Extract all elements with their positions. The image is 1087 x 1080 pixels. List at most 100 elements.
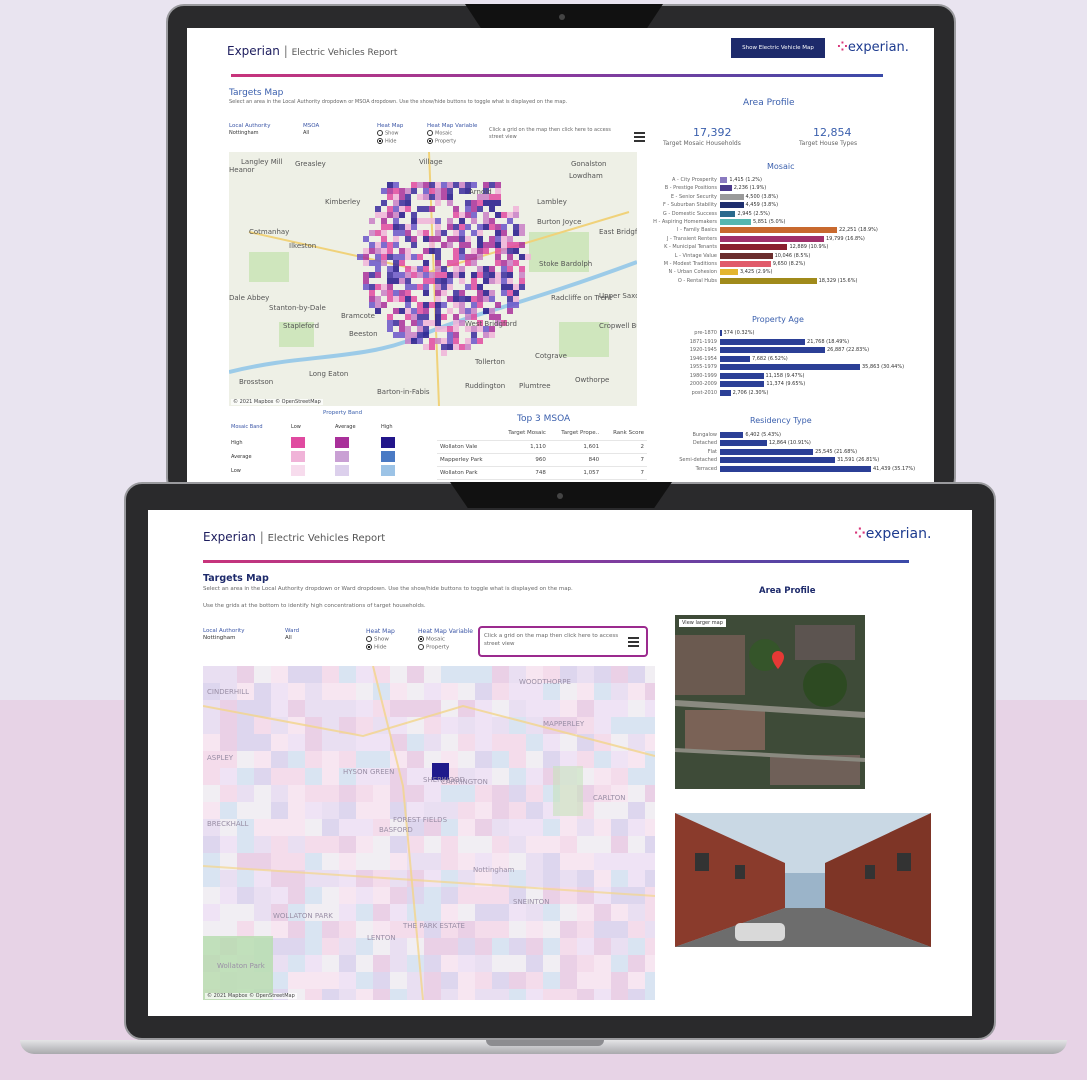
heat-cell[interactable] — [645, 870, 655, 887]
heat-cell[interactable] — [393, 188, 399, 194]
heat-cell[interactable] — [381, 236, 387, 242]
heat-cell[interactable] — [441, 853, 458, 870]
heat-cell[interactable] — [288, 887, 305, 904]
heat-cell[interactable] — [453, 302, 459, 308]
heat-cell[interactable] — [339, 785, 356, 802]
heat-cell[interactable] — [405, 278, 411, 284]
heat-cell[interactable] — [305, 955, 322, 972]
heat-cell[interactable] — [356, 717, 373, 734]
heat-cell[interactable] — [447, 332, 453, 338]
heat-cell[interactable] — [645, 734, 655, 751]
heat-cell[interactable] — [399, 272, 405, 278]
heat-cell[interactable] — [393, 278, 399, 284]
heat-cell[interactable] — [501, 212, 507, 218]
heat-cell[interactable] — [411, 182, 417, 188]
heat-cell[interactable] — [339, 700, 356, 717]
heat-cell[interactable] — [399, 188, 405, 194]
heat-cell[interactable] — [526, 768, 543, 785]
heat-cell[interactable] — [305, 700, 322, 717]
band-swatch[interactable] — [335, 451, 349, 462]
heat-cell[interactable] — [492, 734, 509, 751]
heat-cell[interactable] — [492, 921, 509, 938]
menu-icon[interactable] — [628, 637, 639, 649]
heat-cell[interactable] — [594, 683, 611, 700]
heat-cell[interactable] — [507, 242, 513, 248]
heat-cell[interactable] — [526, 870, 543, 887]
bar[interactable] — [720, 193, 744, 200]
heat-cell[interactable] — [375, 284, 381, 290]
heat-cell[interactable] — [435, 224, 441, 230]
band-swatch[interactable] — [291, 437, 305, 448]
heat-cell[interactable] — [594, 717, 611, 734]
bar[interactable] — [720, 277, 817, 284]
heat-cell[interactable] — [339, 819, 356, 836]
heat-cell[interactable] — [369, 218, 375, 224]
heat-cell[interactable] — [475, 904, 492, 921]
heat-cell[interactable] — [288, 802, 305, 819]
heat-cell[interactable] — [453, 266, 459, 272]
heat-cell[interactable] — [254, 887, 271, 904]
heat-cell[interactable] — [424, 955, 441, 972]
heat-cell[interactable] — [477, 206, 483, 212]
heat-cell[interactable] — [393, 236, 399, 242]
heat-cell[interactable] — [387, 272, 393, 278]
heat-cell[interactable] — [441, 350, 447, 356]
heat-cell[interactable] — [477, 236, 483, 242]
heat-cell[interactable] — [475, 734, 492, 751]
heat-cell[interactable] — [387, 206, 393, 212]
heat-cell[interactable] — [393, 194, 399, 200]
heat-cell[interactable] — [645, 836, 655, 853]
aerial-map-view[interactable]: View larger map — [675, 615, 865, 789]
heat-cell[interactable] — [271, 768, 288, 785]
heat-cell[interactable] — [453, 344, 459, 350]
heat-cell[interactable] — [390, 700, 407, 717]
heat-cell[interactable] — [477, 242, 483, 248]
heat-cell[interactable] — [513, 302, 519, 308]
heat-cell[interactable] — [611, 683, 628, 700]
heat-cell[interactable] — [424, 938, 441, 955]
street-view-image[interactable] — [675, 813, 931, 947]
heat-cell[interactable] — [495, 182, 501, 188]
heat-cell[interactable] — [543, 751, 560, 768]
heat-cell[interactable] — [477, 248, 483, 254]
heat-cell[interactable] — [254, 700, 271, 717]
heat-cell[interactable] — [560, 989, 577, 1000]
heat-cell[interactable] — [501, 278, 507, 284]
heat-cell[interactable] — [417, 272, 423, 278]
heat-cell[interactable] — [453, 224, 459, 230]
heat-cell[interactable] — [447, 194, 453, 200]
heat-cell[interactable] — [411, 284, 417, 290]
heat-cell[interactable] — [594, 666, 611, 683]
heat-cell[interactable] — [399, 206, 405, 212]
heat-cell[interactable] — [429, 338, 435, 344]
heat-cell[interactable] — [611, 836, 628, 853]
heat-cell[interactable] — [501, 224, 507, 230]
heat-cell[interactable] — [611, 717, 628, 734]
heat-cell[interactable] — [459, 188, 465, 194]
heat-cell[interactable] — [459, 242, 465, 248]
heat-cell[interactable] — [495, 260, 501, 266]
heat-cell[interactable] — [271, 836, 288, 853]
heat-cell[interactable] — [387, 254, 393, 260]
heat-cell[interactable] — [489, 218, 495, 224]
heat-cell[interactable] — [390, 836, 407, 853]
heat-cell[interactable] — [254, 853, 271, 870]
heat-cell[interactable] — [435, 218, 441, 224]
heat-cell[interactable] — [322, 819, 339, 836]
street-view-button[interactable]: Click a grid on the map then click here … — [478, 626, 648, 657]
heat-map-hide-radio[interactable]: Hide — [377, 138, 396, 145]
heat-cell[interactable] — [475, 717, 492, 734]
heat-cell[interactable] — [509, 819, 526, 836]
bar[interactable] — [720, 185, 732, 192]
heat-cell[interactable] — [423, 206, 429, 212]
heat-cell[interactable] — [489, 278, 495, 284]
heat-cell[interactable] — [477, 284, 483, 290]
heat-cell[interactable] — [458, 819, 475, 836]
heat-cell[interactable] — [254, 768, 271, 785]
heat-cell[interactable] — [435, 182, 441, 188]
heat-cell[interactable] — [322, 989, 339, 1000]
heat-cell[interactable] — [203, 870, 220, 887]
heat-cell[interactable] — [495, 212, 501, 218]
heat-cell[interactable] — [423, 284, 429, 290]
heat-cell[interactable] — [465, 260, 471, 266]
